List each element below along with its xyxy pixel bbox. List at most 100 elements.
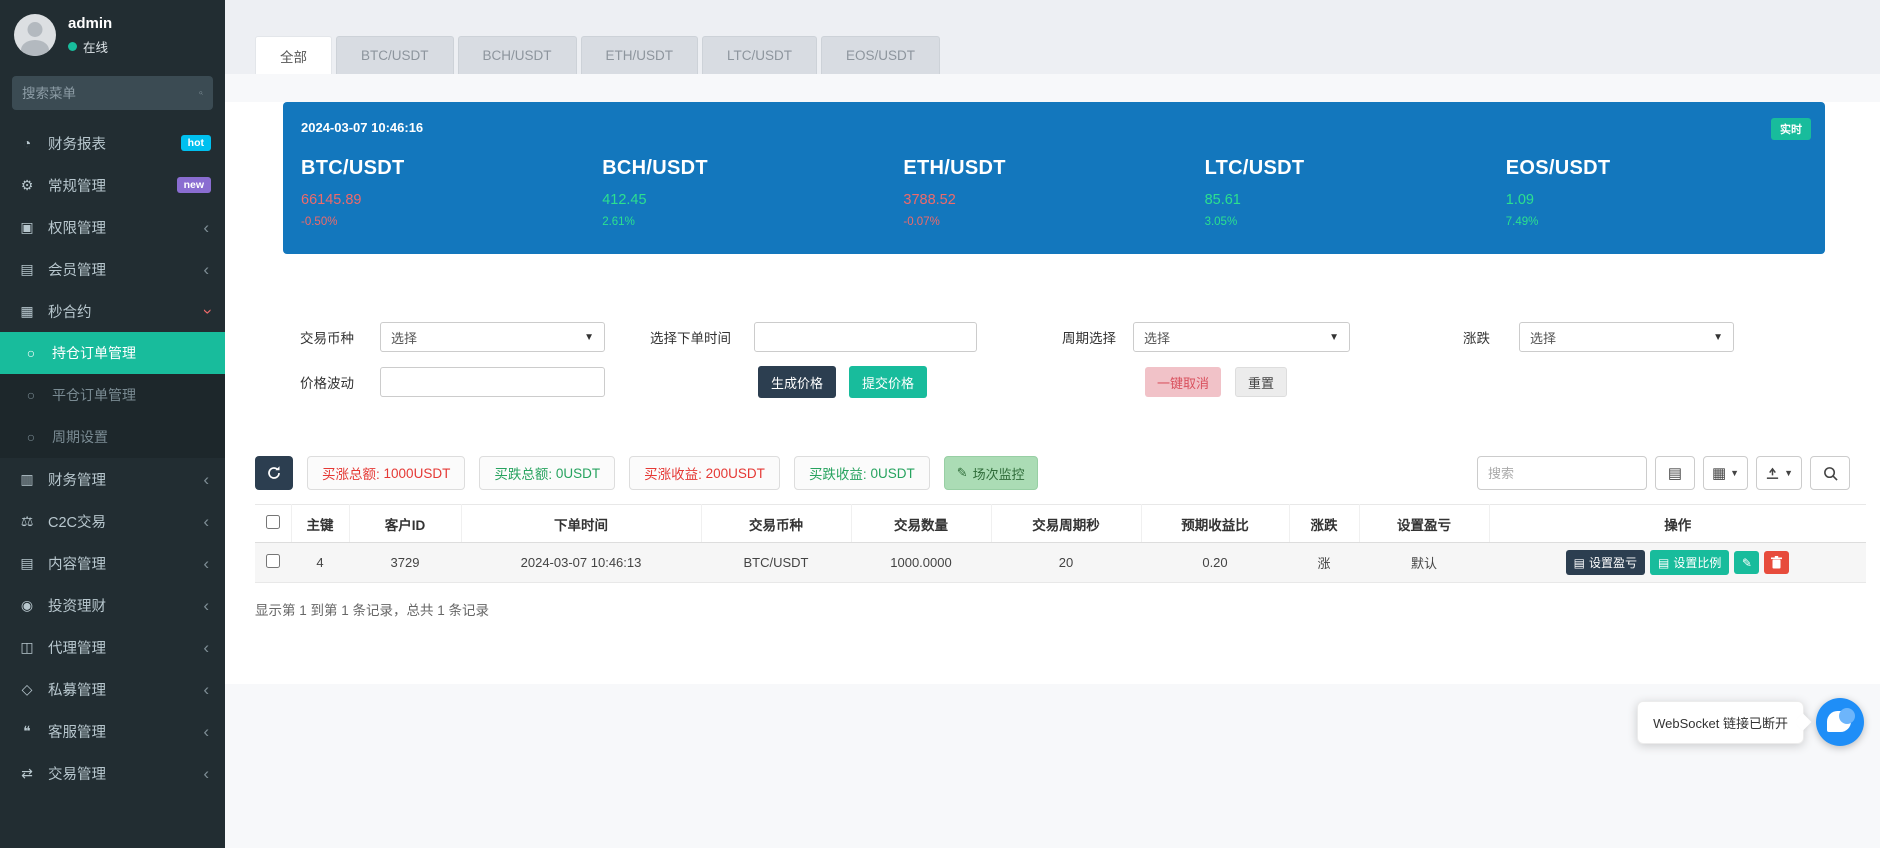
stat-buy-up-profit[interactable]: 买涨收益: 200USDT xyxy=(629,456,780,490)
avatar[interactable] xyxy=(14,14,56,56)
period-select[interactable]: 选择 ▼ xyxy=(1133,322,1350,352)
sidebar-item-label: 投资理财 xyxy=(48,598,106,615)
cell-ratio: 0.20 xyxy=(1141,542,1289,583)
user-status: 在线 xyxy=(68,37,112,56)
order-time-input[interactable] xyxy=(754,322,977,352)
sidebar-item-private-equity[interactable]: ◇ 私募管理 ‹ xyxy=(0,668,225,710)
col-id: 主键 xyxy=(291,504,350,543)
sidebar-item-finance-mgmt[interactable]: ▥ 财务管理 ‹ xyxy=(0,458,225,500)
sidebar-item-c2c[interactable]: ⚖ C2C交易 ‹ xyxy=(0,500,225,542)
order-time-label: 选择下单时间 xyxy=(650,331,731,346)
delete-button[interactable] xyxy=(1764,551,1790,574)
sidebar-item-label: 周期设置 xyxy=(52,429,108,445)
col-period: 交易周期秒 xyxy=(991,504,1142,543)
chat-icon: ❝ xyxy=(23,722,31,739)
coin-price: 85.61 xyxy=(1204,192,1241,208)
sidebar-item-investment[interactable]: ◉ 投资理财 ‹ xyxy=(0,584,225,626)
detail-view-button[interactable]: ▤ xyxy=(1654,456,1695,490)
set-ratio-button[interactable]: ▤ 设置比例 xyxy=(1650,550,1730,575)
table-toolbar: ▤ ▦▼ ▼ xyxy=(1476,456,1850,490)
sidebar-item-permissions[interactable]: ▣ 权限管理 ‹ xyxy=(0,206,225,248)
coin-select[interactable]: 选择 ▼ xyxy=(380,322,605,352)
list-icon: ▤ xyxy=(1573,555,1585,570)
select-all-checkbox[interactable] xyxy=(265,515,280,529)
sidebar-item-seconds-contract[interactable]: ▦ 秒合约 ‹ xyxy=(0,290,225,332)
ticker-coin-btc: BTC/USDT 66145.89 -0.50% xyxy=(301,157,602,228)
sidebar-item-finance-report[interactable]: ◔ 财务报表 hot xyxy=(0,122,225,164)
col-client-id: 客户ID xyxy=(349,504,462,543)
tab-all[interactable]: 全部 xyxy=(255,36,332,74)
table-header-row: 主键 客户ID 下单时间 交易币种 交易数量 交易周期秒 预期收益比 涨跌 设置… xyxy=(255,504,1866,543)
tab-eos-usdt[interactable]: EOS/USDT xyxy=(821,36,941,74)
hot-badge: hot xyxy=(180,135,211,151)
sidebar-item-period-settings[interactable]: ○ 周期设置 xyxy=(0,416,225,458)
col-coin: 交易币种 xyxy=(701,504,852,543)
columns-button[interactable]: ▦ ▼ xyxy=(1702,456,1749,490)
sidebar-item-label: 秒合约 xyxy=(48,304,92,321)
chevron-left-icon: ‹ xyxy=(203,637,209,657)
set-profit-button[interactable]: ▤ 设置盈亏 xyxy=(1565,550,1645,575)
session-monitor-button[interactable]: ✎ 场次监控 xyxy=(943,456,1038,490)
col-profit-set: 设置盈亏 xyxy=(1359,504,1490,543)
sidebar-item-agents[interactable]: ◫ 代理管理 ‹ xyxy=(0,626,225,668)
coin-change: 7.49% xyxy=(1505,216,1539,228)
trade-icon: ⇄ xyxy=(21,764,33,781)
cancel-all-button[interactable]: 一键取消 xyxy=(1145,367,1222,397)
refresh-button[interactable] xyxy=(255,456,293,490)
updown-select[interactable]: 选择 ▼ xyxy=(1519,322,1734,352)
ticker-timestamp: 2024-03-07 10:46:16 xyxy=(301,120,424,135)
tab-eth-usdt[interactable]: ETH/USDT xyxy=(580,36,699,74)
columns-grid-icon: ▦ xyxy=(1711,465,1727,482)
chevron-left-icon: ‹ xyxy=(203,511,209,531)
sidebar-search[interactable] xyxy=(12,76,213,110)
refresh-icon xyxy=(268,466,280,479)
reset-button[interactable]: 重置 xyxy=(1235,367,1288,397)
sidebar-item-customer-service[interactable]: ❝ 客服管理 ‹ xyxy=(0,710,225,752)
price-ticker-banner: 2024-03-07 10:46:16 实时 BTC/USDT 66145.89… xyxy=(283,102,1825,254)
export-button[interactable]: ▼ xyxy=(1756,456,1802,490)
sidebar-item-open-orders[interactable]: ○ 持仓订单管理 xyxy=(0,332,225,374)
sidebar-item-label: C2C交易 xyxy=(48,514,107,531)
coin-pair: ETH/USDT xyxy=(903,157,1006,179)
seconds-contract-icon: ▦ xyxy=(20,302,34,319)
content-card: 2024-03-07 10:46:16 实时 BTC/USDT 66145.89… xyxy=(225,102,1880,684)
col-amount: 交易数量 xyxy=(851,504,992,543)
sidebar-item-label: 权限管理 xyxy=(48,220,106,237)
generate-price-button[interactable]: 生成价格 xyxy=(758,366,837,398)
tab-bch-usdt[interactable]: BCH/USDT xyxy=(457,36,577,74)
stat-buy-down-total[interactable]: 买跌总额: 0USDT xyxy=(479,456,616,490)
tab-btc-usdt[interactable]: BTC/USDT xyxy=(336,36,454,74)
coin-filter-label: 交易币种 xyxy=(300,331,354,346)
chevron-left-icon: ‹ xyxy=(203,763,209,783)
search-submit-button[interactable] xyxy=(1810,456,1850,490)
coin-pair: LTC/USDT xyxy=(1204,157,1305,179)
sidebar-item-members[interactable]: ▤ 会员管理 ‹ xyxy=(0,248,225,290)
tab-ltc-usdt[interactable]: LTC/USDT xyxy=(702,36,818,74)
col-order-time: 下单时间 xyxy=(461,504,702,543)
col-ratio: 预期收益比 xyxy=(1141,504,1290,543)
stat-buy-up-total[interactable]: 买涨总额: 1000USDT xyxy=(307,456,466,490)
stat-buy-down-profit[interactable]: 买跌收益: 0USDT xyxy=(793,456,930,490)
gears-icon: ⚙ xyxy=(20,176,34,193)
stat-label: 买涨总额: xyxy=(322,467,380,482)
table-search-input[interactable] xyxy=(1476,456,1647,490)
export-icon xyxy=(1766,467,1779,479)
content-icon: ▤ xyxy=(20,554,34,571)
sidebar-item-closed-orders[interactable]: ○ 平仓订单管理 xyxy=(0,374,225,416)
chat-fab-icon[interactable] xyxy=(1816,698,1864,746)
col-updown: 涨跌 xyxy=(1289,504,1360,543)
set-profit-label: 设置盈亏 xyxy=(1588,556,1637,570)
sidebar-search-input[interactable] xyxy=(22,85,199,101)
row-checkbox[interactable] xyxy=(266,554,280,568)
caret-down-icon: ▼ xyxy=(1329,331,1339,343)
edit-button[interactable]: ✎ xyxy=(1734,551,1760,574)
sidebar-item-label: 常规管理 xyxy=(48,178,106,195)
sidebar-item-general[interactable]: ⚙ 常规管理 new xyxy=(0,164,225,206)
coin-price: 66145.89 xyxy=(301,192,362,208)
user-name: admin xyxy=(68,14,113,32)
submit-price-button[interactable]: 提交价格 xyxy=(849,366,928,398)
sidebar-item-trade-mgmt[interactable]: ⇄ 交易管理 ‹ xyxy=(0,752,225,794)
price-wave-input[interactable] xyxy=(380,367,605,397)
stat-label: 买跌总额: xyxy=(494,467,553,482)
sidebar-item-content[interactable]: ▤ 内容管理 ‹ xyxy=(0,542,225,584)
